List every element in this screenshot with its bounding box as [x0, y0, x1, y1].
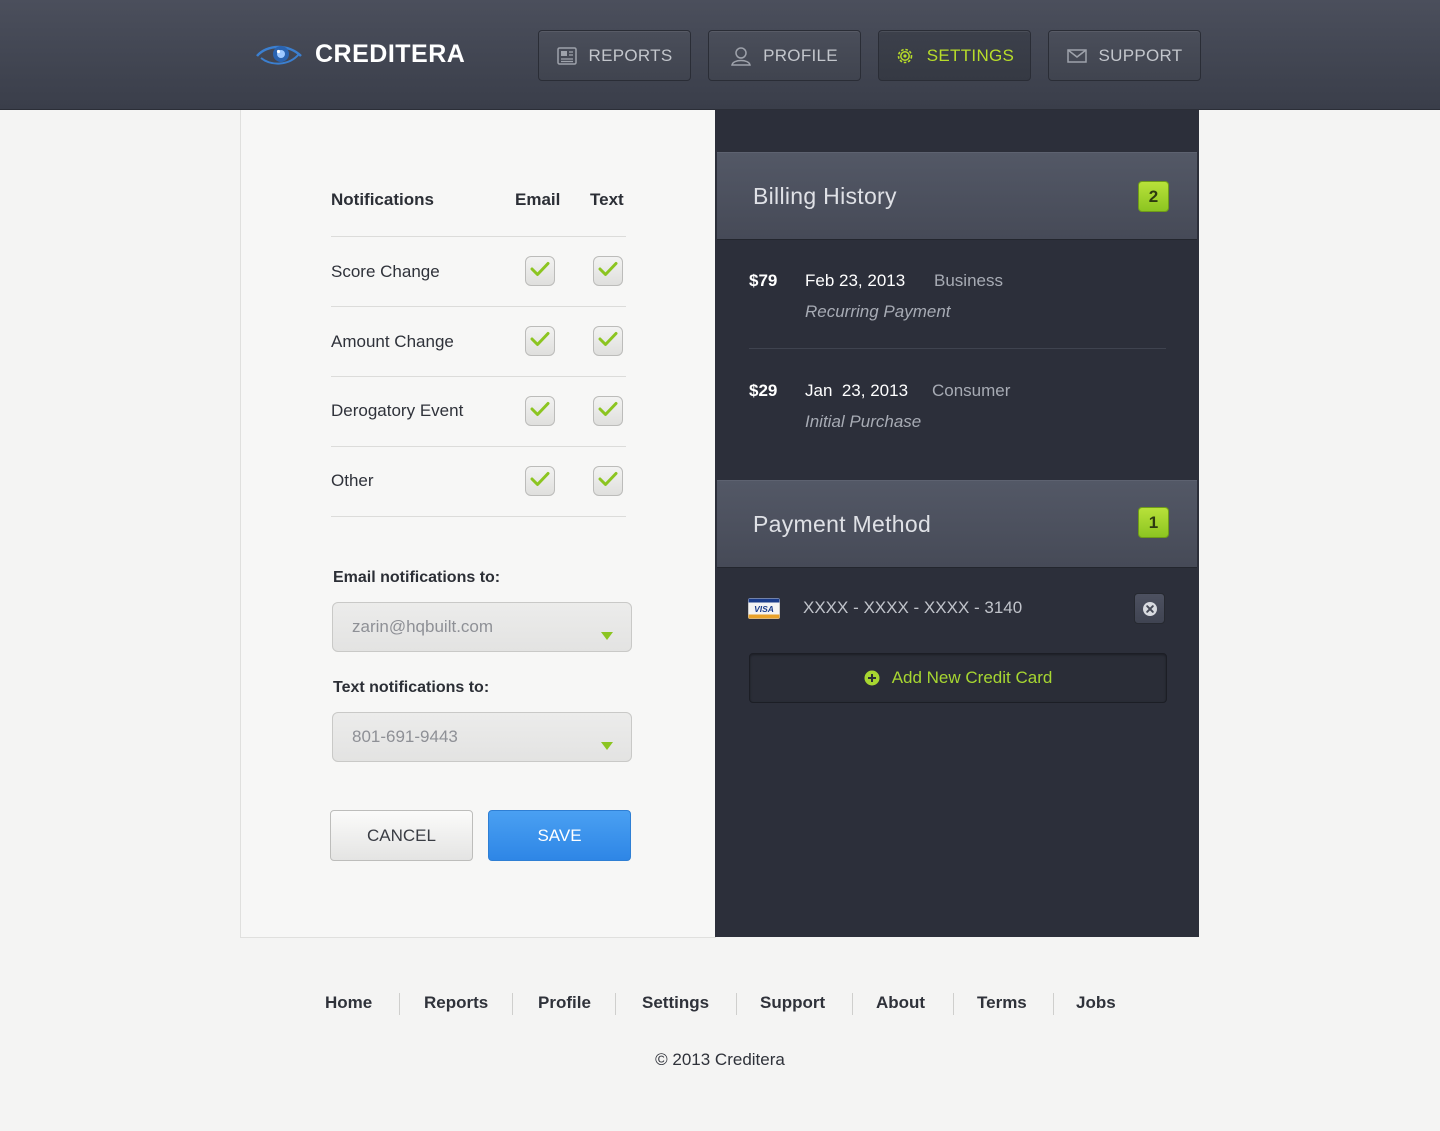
card-number: XXXX - XXXX - XXXX - 3140 [803, 598, 1023, 617]
divider [331, 306, 626, 307]
footer-link-home[interactable]: Home [325, 993, 372, 1013]
score-change-email-checkbox[interactable] [525, 256, 555, 286]
nav-settings[interactable]: SETTINGS [878, 30, 1031, 81]
caret-down-icon [601, 625, 613, 645]
billing-date: Feb 23, 2013 [805, 271, 906, 290]
billing-description: Initial Purchase [805, 412, 922, 431]
count-badge: 2 [1138, 181, 1169, 212]
footer-separator [736, 993, 737, 1015]
footer-link-profile[interactable]: Profile [538, 993, 591, 1013]
footer-link-settings[interactable]: Settings [642, 993, 709, 1013]
gear-icon [895, 46, 915, 66]
nav-profile[interactable]: PROFILE [708, 30, 861, 81]
score-change-text-checkbox[interactable] [593, 256, 623, 286]
derogatory-event-email-checkbox[interactable] [525, 396, 555, 426]
notifications-header: Notifications [331, 190, 434, 209]
other-text-checkbox[interactable] [593, 466, 623, 496]
footer-separator [512, 993, 513, 1015]
footer-separator [852, 993, 853, 1015]
footer-link-terms[interactable]: Terms [977, 993, 1027, 1013]
email-column-header: Email [515, 190, 561, 209]
checkmark-icon [598, 471, 618, 492]
email-notifications-select[interactable]: zarin@hqbuilt.com [332, 602, 632, 652]
close-circle-icon [1142, 601, 1158, 617]
footer-separator [1053, 993, 1054, 1015]
save-button[interactable]: SAVE [488, 810, 631, 861]
billing-amount: $79 [749, 271, 778, 290]
checkmark-icon [530, 471, 550, 492]
brand-logo[interactable]: CREDITERA [255, 36, 465, 72]
top-header: CREDITERA REPORTS PROFILE SETTINGS SUPPO… [0, 0, 1440, 110]
footer-separator [615, 993, 616, 1015]
billing-plan-type: Business [934, 271, 1003, 290]
nav-label: PROFILE [763, 45, 838, 65]
plus-circle-icon [864, 670, 880, 686]
select-value: zarin@hqbuilt.com [352, 617, 494, 636]
footer-link-reports[interactable]: Reports [424, 993, 488, 1013]
copyright-text: © 2013 Creditera [655, 1050, 785, 1069]
remove-card-button[interactable] [1134, 593, 1165, 624]
add-card-label: Add New Credit Card [891, 668, 1053, 687]
divider [331, 446, 626, 447]
footer-separator [953, 993, 954, 1015]
checkmark-icon [598, 331, 618, 352]
footer-link-support[interactable]: Support [760, 993, 825, 1013]
divider [749, 348, 1166, 349]
visa-card-icon: VISA [748, 598, 780, 619]
derogatory-event-text-checkbox[interactable] [593, 396, 623, 426]
nav-label: SETTINGS [926, 45, 1015, 65]
footer-link-about[interactable]: About [876, 993, 925, 1013]
text-notifications-label: Text notifications to: [333, 679, 490, 696]
billing-amount: $29 [749, 381, 778, 400]
envelope-icon [1066, 48, 1087, 63]
text-column-header: Text [590, 190, 624, 209]
add-credit-card-button[interactable]: Add New Credit Card [749, 653, 1167, 703]
card-brand-text: VISA [754, 604, 774, 614]
footer-nav: Home Reports Profile Settings Support Ab… [0, 993, 1440, 1015]
checkmark-icon [530, 401, 550, 422]
nav-label: SUPPORT [1098, 45, 1183, 65]
checkmark-icon [598, 401, 618, 422]
divider [331, 516, 626, 517]
document-icon [556, 46, 577, 65]
billing-plan-type: Consumer [932, 381, 1011, 400]
count-badge: 1 [1138, 507, 1169, 538]
nav-reports[interactable]: REPORTS [538, 30, 691, 81]
user-icon [731, 46, 751, 66]
nav-label: REPORTS [588, 45, 673, 65]
brand-name: CREDITERA [315, 39, 466, 68]
billing-date: Jan 23, 2013 [805, 381, 909, 400]
billing-history-header[interactable]: Billing History 2 [717, 152, 1197, 240]
other-email-checkbox[interactable] [525, 466, 555, 496]
section-title: Billing History [753, 183, 897, 209]
nav-support[interactable]: SUPPORT [1048, 30, 1201, 81]
cancel-button[interactable]: CANCEL [330, 810, 473, 861]
divider [331, 236, 626, 237]
email-notifications-label: Email notifications to: [333, 569, 501, 586]
eye-logo-icon [255, 40, 303, 68]
notification-row-label: Other [331, 471, 374, 490]
section-title: Payment Method [753, 511, 932, 537]
notification-row-label: Score Change [331, 262, 440, 281]
footer-separator [399, 993, 400, 1015]
select-value: 801-691-9443 [352, 727, 458, 746]
text-notifications-select[interactable]: 801-691-9443 [332, 712, 632, 762]
checkmark-icon [530, 261, 550, 282]
caret-down-icon [601, 735, 613, 755]
footer-link-jobs[interactable]: Jobs [1076, 993, 1116, 1013]
notification-settings-panel [240, 110, 716, 938]
divider [331, 376, 626, 377]
payment-method-header[interactable]: Payment Method 1 [717, 480, 1197, 568]
billing-description: Recurring Payment [805, 302, 951, 321]
amount-change-email-checkbox[interactable] [525, 326, 555, 356]
notification-row-label: Derogatory Event [331, 401, 464, 420]
checkmark-icon [598, 261, 618, 282]
notification-row-label: Amount Change [331, 332, 454, 351]
checkmark-icon [530, 331, 550, 352]
amount-change-text-checkbox[interactable] [593, 326, 623, 356]
